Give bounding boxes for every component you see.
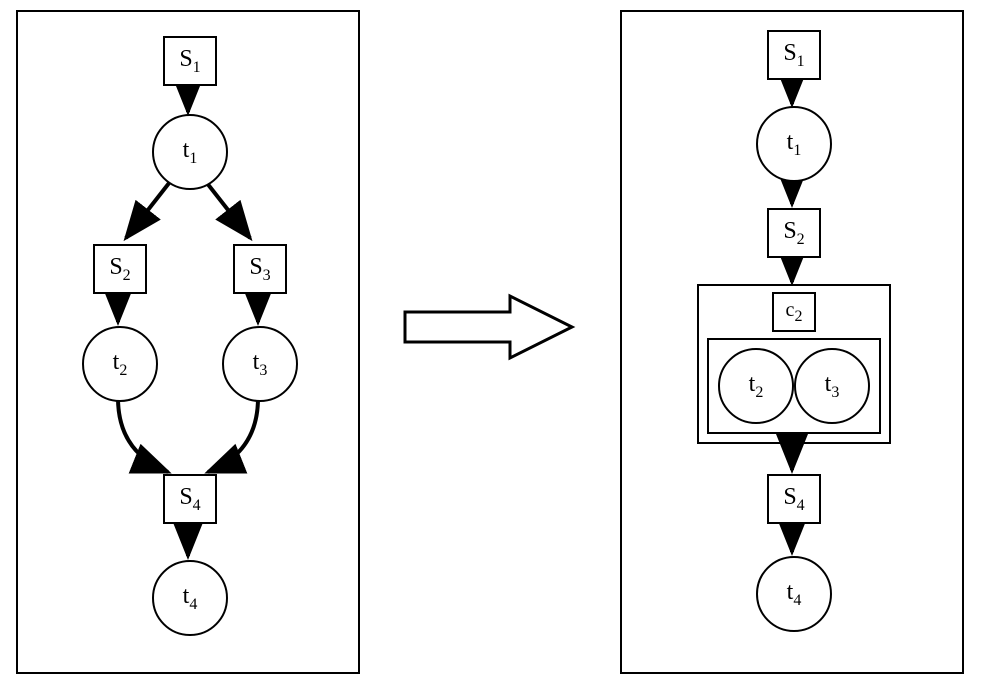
left-s2-label: S2 [109,254,130,285]
left-s1: S1 [163,36,217,86]
left-t4: t4 [152,560,228,636]
right-t1: t1 [756,106,832,182]
left-t4-label: t4 [183,583,198,614]
left-t1: t1 [152,114,228,190]
left-s3-label: S3 [249,254,270,285]
left-s3: S3 [233,244,287,294]
left-t3-label: t3 [253,349,268,380]
left-s4-label: S4 [179,484,200,515]
right-c2: c2 [772,292,816,332]
right-t2: t2 [718,348,794,424]
right-t2-label: t2 [749,371,764,402]
right-s4-label: S4 [783,484,804,515]
right-t4-label: t4 [787,579,802,610]
left-s4: S4 [163,474,217,524]
left-t3: t3 [222,326,298,402]
left-panel: S1 t1 S2 S3 t2 t3 S4 t4 [16,10,360,674]
right-panel: S1 t1 S2 c2 t2 t3 S4 t4 [620,10,964,674]
right-t3: t3 [794,348,870,424]
left-s1-label: S1 [179,46,200,77]
right-s2: S2 [767,208,821,258]
left-s2: S2 [93,244,147,294]
transform-arrow-icon [400,290,580,369]
right-t4: t4 [756,556,832,632]
right-c2-label: c2 [786,299,803,326]
left-t2: t2 [82,326,158,402]
left-t1-label: t1 [183,137,198,168]
right-s1: S1 [767,30,821,80]
right-s1-label: S1 [783,40,804,71]
right-s2-label: S2 [783,218,804,249]
left-t2-label: t2 [113,349,128,380]
right-t3-label: t3 [825,371,840,402]
right-t1-label: t1 [787,129,802,160]
right-s4: S4 [767,474,821,524]
